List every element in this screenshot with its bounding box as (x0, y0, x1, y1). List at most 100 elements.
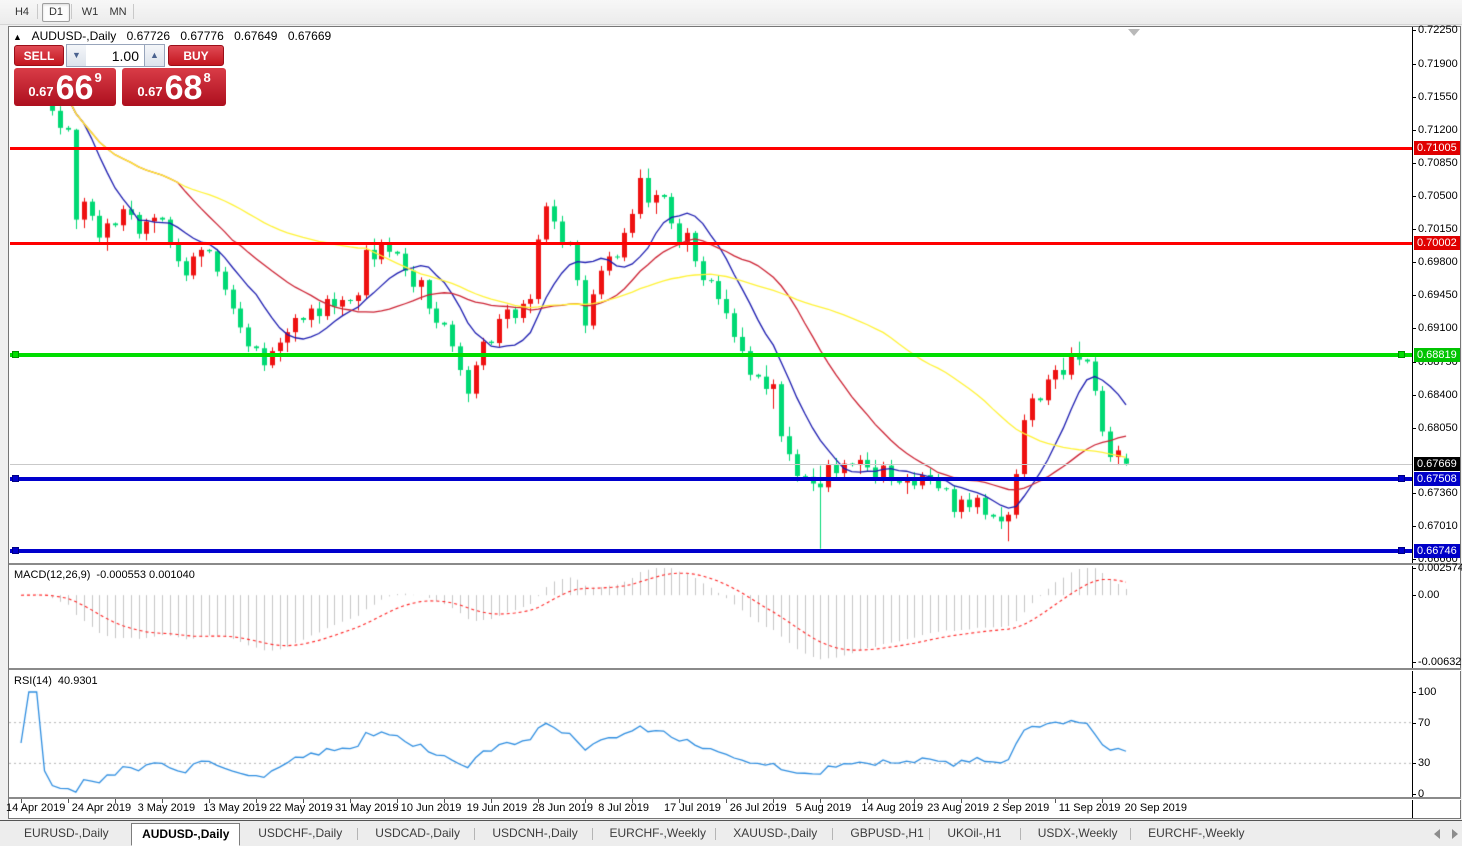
date-axis-tick (1008, 799, 1010, 803)
sell-button[interactable]: SELL (14, 45, 64, 66)
rsi-axis-tick: 100 (1418, 686, 1437, 698)
volume-input[interactable] (86, 44, 144, 67)
date-axis-label: 17 Jul 2019 (664, 802, 721, 814)
hline-handle[interactable] (1398, 350, 1405, 358)
buy-price-pip: 8 (203, 70, 211, 85)
date-axis-tick (303, 799, 305, 803)
buy-button[interactable]: BUY (168, 45, 224, 66)
timeframe-button-D1[interactable]: D1 (42, 3, 70, 22)
price-axis-tick: 0.68050 (1418, 421, 1458, 434)
volume-increase-button[interactable]: ▲ (144, 44, 165, 67)
tab-separator (1130, 828, 1132, 840)
rsi-axis-tick-mark (1412, 763, 1416, 765)
rsi-axis-tick-mark (1412, 794, 1416, 795)
date-axis-tick (350, 799, 352, 803)
chart-tab-usdchf-daily[interactable]: USDCHF-,Daily (248, 824, 352, 843)
symbol-label: AUDUSD-,Daily (31, 29, 117, 43)
price-axis-tick-mark (1412, 195, 1416, 197)
tabs-scroll-left-icon[interactable] (1434, 829, 1440, 839)
date-axis-tick (914, 799, 916, 803)
chart-tab-usdx-weekly[interactable]: USDX-,Weekly (1028, 824, 1128, 843)
date-axis-tick (773, 799, 775, 803)
pane-separator[interactable] (9, 563, 1461, 566)
hline-0.71005[interactable] (10, 146, 1412, 150)
price-axis-line (1412, 27, 1413, 818)
price-axis-tick-mark (1412, 162, 1416, 164)
chart-tab-gbpusd-h1[interactable]: GBPUSD-,H1 (840, 824, 933, 843)
hline-handle[interactable] (12, 547, 19, 555)
buy-price-big: 68 (164, 69, 203, 107)
date-axis-tick (444, 799, 446, 803)
hline-0.66746[interactable] (10, 547, 1412, 555)
chart-tab-eurchf-weekly[interactable]: EURCHF-,Weekly (600, 824, 716, 843)
date-axis-label: 23 Aug 2019 (927, 802, 989, 814)
price-axis-tick: 0.68400 (1418, 388, 1458, 401)
rsi-axis-tick-mark (1412, 692, 1416, 693)
date-axis-tick (209, 799, 211, 803)
tabs-scroll-right-icon[interactable] (1452, 829, 1458, 839)
chart-tab-usdcnh-daily[interactable]: USDCNH-,Daily (482, 824, 587, 843)
timeframe-button-MN[interactable]: MN (104, 3, 132, 22)
current-price-line (10, 463, 1412, 465)
pane-separator[interactable] (9, 668, 1461, 671)
hline-handle[interactable] (1398, 547, 1405, 555)
tab-separator (474, 828, 476, 840)
volume-decrease-button[interactable]: ▼ (66, 44, 87, 67)
date-axis-label: 14 Aug 2019 (861, 802, 924, 814)
chart-tab-audusd-daily[interactable]: AUDUSD-,Daily (131, 823, 241, 846)
hline-0.68819[interactable] (10, 350, 1412, 358)
price-axis-tick-mark (1412, 559, 1416, 561)
date-axis-tick (538, 799, 540, 803)
chart-tab-xauusd-daily[interactable]: XAUUSD-,Daily (723, 824, 827, 843)
date-axis-label: 10 Jun 2019 (400, 802, 462, 814)
hline-handle[interactable] (1398, 474, 1405, 482)
price-badge-0.67508: 0.67508 (1414, 471, 1460, 486)
hline-0.70002[interactable] (10, 241, 1412, 245)
toolbar-separator (133, 4, 134, 19)
tab-separator (929, 828, 931, 840)
tab-separator (715, 828, 717, 840)
date-axis-tick (679, 799, 681, 803)
date-axis-tick (491, 799, 493, 803)
date-axis-tick (397, 799, 399, 803)
hline-0.67508[interactable] (10, 474, 1412, 482)
date-axis-label: 5 Aug 2019 (795, 802, 852, 814)
date-axis-label: 22 May 2019 (269, 802, 333, 814)
symbol-tab-bar: EURUSD-,Daily AUDUSD-,Daily USDCHF-,Daily U… (0, 820, 1462, 846)
price-axis-tick-mark (1412, 427, 1416, 429)
price-axis-tick: 0.67010 (1418, 520, 1458, 533)
hline-handle[interactable] (12, 350, 19, 358)
ohlc-high: 0.67776 (180, 29, 224, 43)
tab-separator (591, 828, 593, 840)
sell-price-tile[interactable]: 0.67 66 9 (14, 68, 116, 106)
date-axis-tick (162, 799, 164, 803)
current-price-badge: 0.67669 (1414, 456, 1460, 471)
chart-tab-usdcad-daily[interactable]: USDCAD-,Daily (365, 824, 470, 843)
chart-tab-eurusd-daily[interactable]: EURUSD-,Daily (14, 824, 119, 843)
tab-separator (832, 828, 834, 840)
chart-shift-marker-icon[interactable] (1128, 29, 1140, 36)
price-axis-tick-mark (1412, 262, 1416, 264)
chart-title: ▲ AUDUSD-,Daily 0.67726 0.67776 0.67649 … (13, 29, 338, 44)
date-axis-label: 14 Apr 2019 (6, 802, 66, 814)
timeframe-button-H4[interactable]: H4 (8, 3, 36, 22)
pane-separator[interactable] (9, 797, 1461, 800)
macd-label: MACD(12,26,9) -0.000553 0.001040 (14, 569, 195, 581)
price-axis-tick-mark (1412, 63, 1416, 65)
chart-tab-eurchf-weekly[interactable]: EURCHF-,Weekly (1138, 824, 1254, 843)
timeframe-button-W1[interactable]: W1 (76, 3, 104, 22)
date-axis-label: 19 Jun 2019 (466, 802, 528, 814)
buy-price-tile[interactable]: 0.67 68 8 (122, 68, 226, 106)
sell-price-big: 66 (55, 69, 94, 107)
chart-tab-ukoil-h1[interactable]: UKOil-,H1 (937, 824, 1011, 843)
sell-price-pip: 9 (94, 70, 102, 85)
main-chart-canvas[interactable] (9, 27, 1412, 798)
date-axis-tick (1102, 799, 1104, 803)
collapse-panel-icon[interactable]: ▲ (13, 32, 22, 42)
hline-handle[interactable] (12, 474, 19, 482)
price-axis-tick-mark (1412, 492, 1416, 494)
date-axis-label: 31 May 2019 (335, 802, 399, 814)
price-badge-0.66746: 0.66746 (1414, 544, 1460, 559)
price-axis-tick: 0.69450 (1418, 289, 1458, 302)
rsi-axis-tick: 70 (1418, 716, 1431, 729)
